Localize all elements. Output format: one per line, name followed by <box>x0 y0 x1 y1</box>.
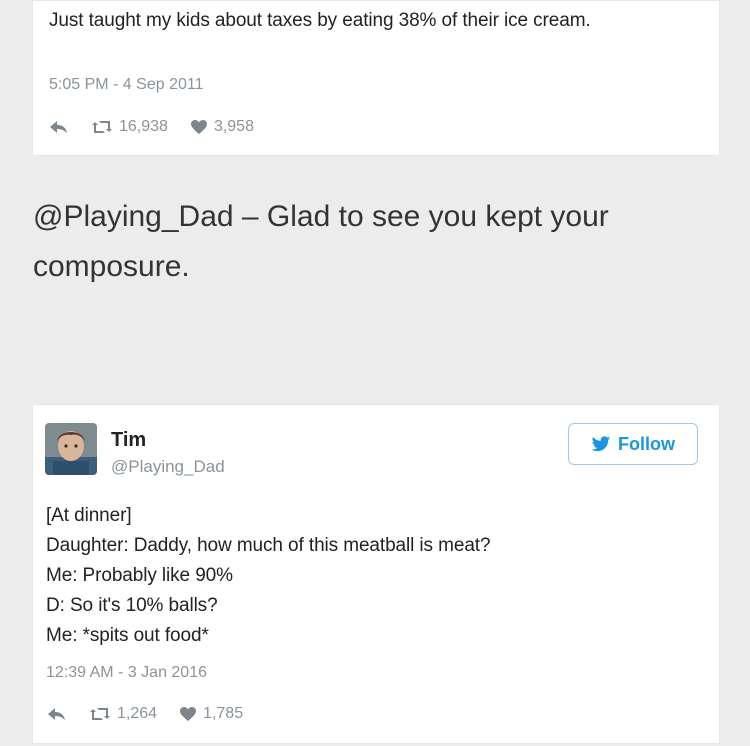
reply-button[interactable] <box>47 706 67 722</box>
tweet-line: [At dinner] <box>46 505 132 526</box>
retweet-icon <box>90 708 110 720</box>
heart-icon <box>190 120 207 134</box>
retweet-button[interactable]: 16,938 <box>91 118 168 136</box>
tweet-text: Just taught my kids about taxes by eatin… <box>49 10 591 31</box>
retweet-icon <box>92 121 112 133</box>
like-count: 3,958 <box>213 118 254 135</box>
reply-button[interactable] <box>49 119 69 135</box>
tweet-line: Me: *spits out food* <box>46 625 209 646</box>
embedded-tweet-top: Just taught my kids about taxes by eatin… <box>32 0 720 156</box>
embedded-tweet-bottom: Tim @Playing_Dad Follow [At dinner] Daug… <box>32 404 720 744</box>
like-button[interactable]: 3,958 <box>190 118 254 136</box>
tweet-actions: 16,938 3,958 <box>49 118 276 136</box>
retweet-count: 1,264 <box>117 705 158 722</box>
like-count: 1,785 <box>203 705 244 722</box>
twitter-bird-icon <box>591 435 611 451</box>
tweet-actions: 1,264 1,785 <box>47 705 265 723</box>
reply-arrow-icon <box>50 121 67 133</box>
author-name[interactable]: Tim <box>111 429 146 452</box>
retweet-button[interactable]: 1,264 <box>89 705 157 723</box>
tweet-line: Me: Probably like 90% <box>46 565 233 586</box>
follow-button[interactable]: Follow <box>568 423 698 465</box>
retweet-count: 16,938 <box>119 118 168 135</box>
heart-icon <box>180 707 197 721</box>
tweet-line: D: So it's 10% balls? <box>46 595 218 616</box>
tweet-text: [At dinner] Daughter: Daddy, how much of… <box>46 501 686 651</box>
follow-label: Follow <box>618 433 675 454</box>
author-handle[interactable]: @Playing_Dad <box>111 457 225 477</box>
reply-arrow-icon <box>48 708 65 720</box>
tweet-timestamp[interactable]: 12:39 AM - 3 Jan 2016 <box>46 664 207 682</box>
like-button[interactable]: 1,785 <box>179 705 243 723</box>
caption-text: @Playing_Dad – Glad to see you kept your… <box>33 200 609 283</box>
tweet-line: Daughter: Daddy, how much of this meatba… <box>46 535 491 556</box>
avatar[interactable] <box>45 423 97 475</box>
tweet-timestamp[interactable]: 5:05 PM - 4 Sep 2011 <box>49 76 203 94</box>
